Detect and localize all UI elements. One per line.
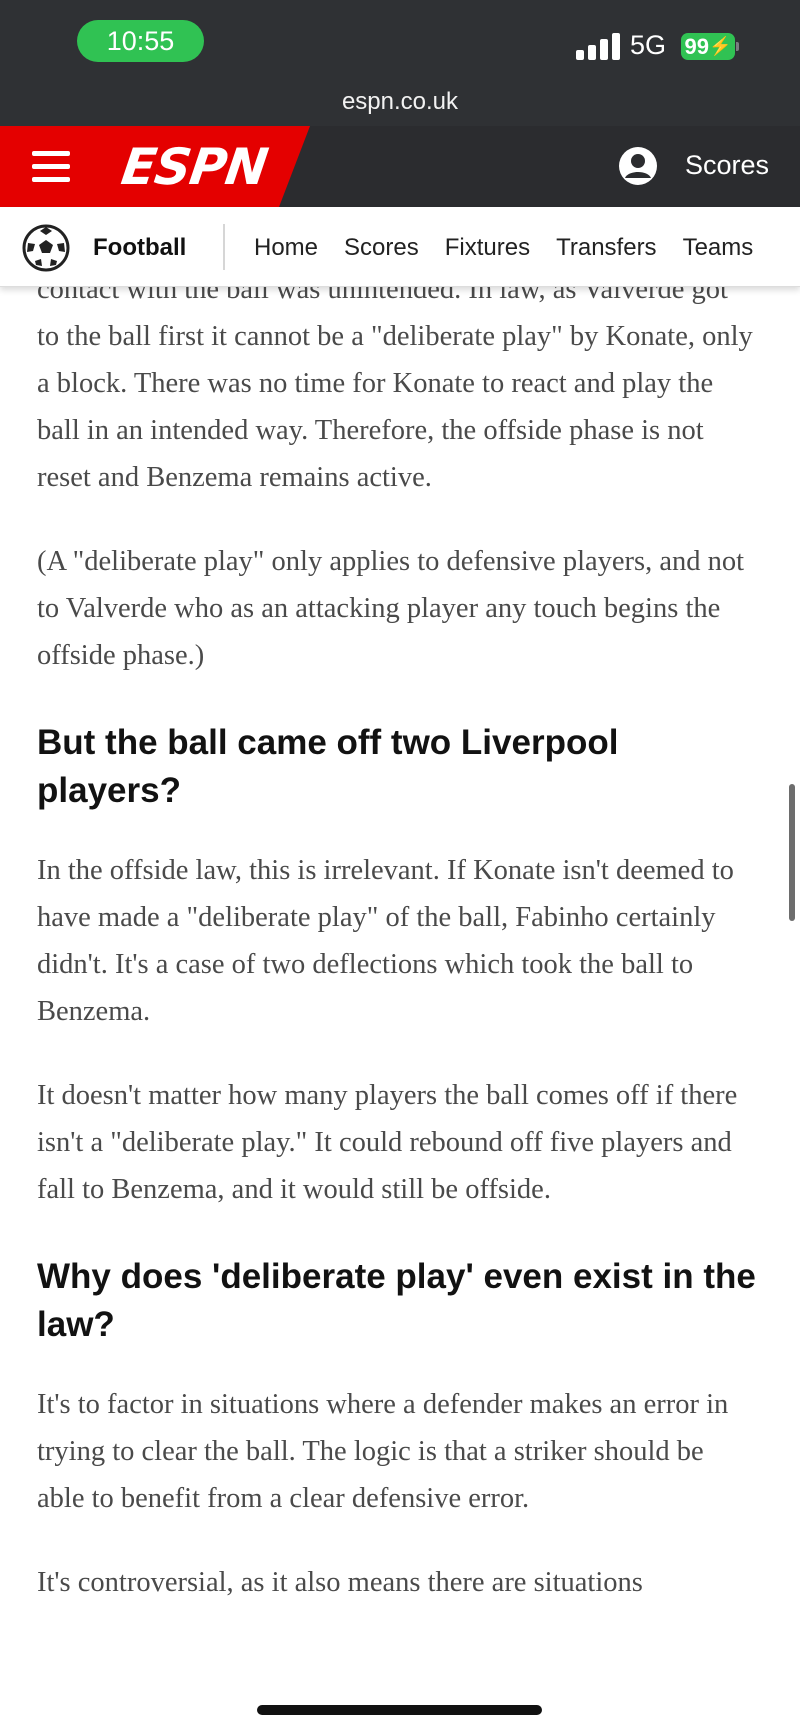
subnav-transfers[interactable]: Transfers xyxy=(556,234,656,262)
article-paragraph: It's to factor in situations where a def… xyxy=(37,1389,729,1514)
home-indicator[interactable] xyxy=(257,1705,542,1715)
url-bar[interactable]: espn.co.uk xyxy=(0,78,800,126)
sport-subnav: Football Home Scores Fixtures Transfers … xyxy=(0,207,800,287)
article-body: contact with the ball was unintended. In… xyxy=(0,287,800,1731)
football-icon xyxy=(22,224,70,272)
subnav-links: Home Scores Fixtures Transfers Teams xyxy=(254,234,779,262)
status-bar: 10:55 5G 99 ⚡ xyxy=(0,0,800,78)
url-text[interactable]: espn.co.uk xyxy=(342,88,458,116)
espn-logo[interactable]: ESPN xyxy=(118,138,271,196)
subnav-home[interactable]: Home xyxy=(254,234,318,262)
subnav-fade xyxy=(760,207,800,286)
signal-icon xyxy=(576,32,620,60)
user-icon[interactable] xyxy=(618,146,658,186)
subnav-divider xyxy=(223,224,225,270)
site-header: ESPN Scores xyxy=(0,126,800,207)
scrollbar[interactable] xyxy=(789,784,795,921)
article-paragraph: In the offside law, this is irrelevant. … xyxy=(37,855,734,1027)
sport-name[interactable]: Football xyxy=(93,234,186,262)
article-paragraph: (A "deliberate play" only applies to def… xyxy=(37,546,745,671)
scores-link[interactable]: Scores xyxy=(685,150,769,181)
article-heading: But the ball came off two Liverpool play… xyxy=(37,723,619,810)
subnav-fixtures[interactable]: Fixtures xyxy=(445,234,530,262)
article-paragraph: It's controversial, as it also means the… xyxy=(37,1567,643,1598)
article-paragraph: It doesn't matter how many players the b… xyxy=(37,1080,738,1205)
article-paragraph: contact with the ball was unintended. In… xyxy=(37,287,753,493)
network-label: 5G xyxy=(630,30,667,60)
menu-icon[interactable] xyxy=(32,151,70,183)
subnav-scores[interactable]: Scores xyxy=(344,234,419,262)
battery-icon: 99 ⚡ xyxy=(681,33,735,60)
battery-cap xyxy=(736,42,739,51)
subnav-teams[interactable]: Teams xyxy=(683,234,754,262)
battery-level: 99 xyxy=(684,33,710,59)
article-heading: Why does 'deliberate play' even exist in… xyxy=(37,1257,756,1344)
status-time: 10:55 xyxy=(77,20,204,62)
